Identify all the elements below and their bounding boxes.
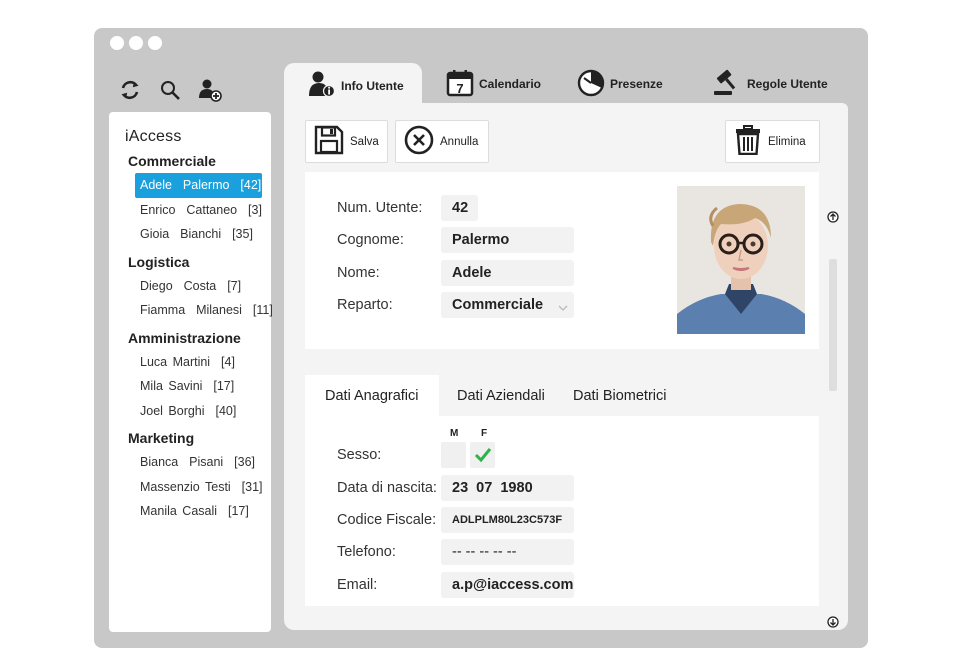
save-button[interactable]: Salva bbox=[305, 120, 388, 163]
close-circle-icon bbox=[404, 125, 434, 158]
main-tabs: Info Utente 7 Calendario Presenze Regole… bbox=[284, 63, 858, 108]
scroll-up-icon[interactable] bbox=[827, 210, 839, 223]
field-telefono: Telefono: -- -- -- -- -- bbox=[337, 539, 574, 565]
reparto-label: Reparto: bbox=[337, 297, 393, 313]
data-nascita-input[interactable]: 23 07 1980 bbox=[441, 475, 574, 501]
sex-m-checkbox[interactable] bbox=[441, 442, 466, 468]
checkmark-icon bbox=[474, 448, 491, 463]
sex-f-label: F bbox=[481, 428, 488, 439]
reparto-value: Commerciale bbox=[452, 297, 544, 313]
field-reparto: Reparto: Commerciale bbox=[337, 292, 574, 318]
calendar-icon: 7 bbox=[446, 69, 474, 100]
delete-button[interactable]: Elimina bbox=[725, 120, 820, 163]
sidebar-user-item[interactable]: Gioia Bianchi [35] bbox=[135, 222, 271, 247]
sidebar-user-item[interactable]: Diego Costa [7] bbox=[135, 274, 271, 299]
calendar-icon-day: 7 bbox=[456, 81, 463, 96]
sidebar-group-label: Amministrazione bbox=[128, 329, 241, 346]
toolbar bbox=[118, 78, 222, 102]
window-dot-maximize[interactable] bbox=[148, 36, 162, 50]
tab-info-utente-label: Info Utente bbox=[341, 78, 404, 93]
gavel-icon bbox=[712, 69, 742, 100]
field-cognome: Cognome: Palermo bbox=[337, 227, 574, 253]
user-sidebar: iAccess Commerciale Adele Palermo [42] Enr… bbox=[109, 112, 273, 632]
dati-anagrafici-card: M F Sesso: Data di nascita: 23 07 1980 C… bbox=[305, 416, 819, 606]
sidebar-user-item[interactable]: Enrico Cattaneo [3] bbox=[135, 198, 271, 223]
sex-m-label: M bbox=[450, 428, 459, 439]
delete-button-label: Elimina bbox=[768, 135, 806, 148]
sidebar-user-item[interactable]: Massenzio Testi [31] bbox=[135, 475, 271, 500]
user-photo bbox=[677, 186, 805, 334]
clock-icon bbox=[577, 69, 605, 100]
tab-presenze-label: Presenze bbox=[610, 77, 663, 91]
refresh-icon[interactable] bbox=[118, 78, 142, 102]
nome-label: Nome: bbox=[337, 265, 380, 281]
user-info-card: Num. Utente: 42 Cognome: Palermo Nome: A… bbox=[305, 172, 819, 349]
sidebar-user-item[interactable]: Joel Borghi [40] bbox=[135, 399, 271, 424]
tab-info-utente[interactable]: Info Utente bbox=[284, 63, 422, 108]
sidebar-user-item[interactable]: Mila Savini [17] bbox=[135, 374, 271, 399]
sidebar-title: iAccess bbox=[125, 128, 182, 145]
sidebar-user-item[interactable]: Adele Palermo [42] bbox=[135, 173, 262, 198]
search-icon[interactable] bbox=[158, 78, 182, 102]
sidebar-group-label: Commerciale bbox=[128, 153, 216, 169]
add-user-icon[interactable] bbox=[198, 78, 222, 102]
tab-presenze[interactable]: Presenze bbox=[577, 63, 663, 105]
data-nascita-label: Data di nascita: bbox=[337, 480, 437, 496]
tab-calendario-label: Calendario bbox=[479, 77, 542, 91]
tab-dati-biometrici[interactable]: Dati Biometrici bbox=[573, 375, 666, 416]
trash-icon bbox=[734, 125, 762, 158]
tab-regole-utente[interactable]: Regole Utente bbox=[712, 63, 828, 105]
app-window: iAccess Commerciale Adele Palermo [42] Enr… bbox=[94, 28, 868, 648]
scroll-down-icon[interactable] bbox=[827, 615, 839, 628]
detail-tabs: Dati Anagrafici Dati Aziendali Dati Biom… bbox=[305, 375, 819, 416]
field-sesso: Sesso: bbox=[337, 442, 495, 468]
scrollbar-thumb[interactable] bbox=[829, 259, 837, 391]
codice-fiscale-input[interactable]: ADLPLM80L23C573F bbox=[441, 507, 574, 533]
scrollbar[interactable] bbox=[829, 185, 837, 601]
sidebar-group-label: Marketing bbox=[128, 430, 195, 446]
chevron-down-icon bbox=[558, 300, 568, 316]
tab-dati-anagrafici[interactable]: Dati Anagrafici bbox=[305, 375, 439, 416]
reparto-select[interactable]: Commerciale bbox=[441, 292, 574, 318]
cognome-input[interactable]: Palermo bbox=[441, 227, 574, 253]
sidebar-user-item[interactable]: Bianca Pisani [36] bbox=[135, 450, 271, 475]
window-dot-close[interactable] bbox=[110, 36, 124, 50]
field-codice-fiscale: Codice Fiscale: ADLPLM80L23C573F bbox=[337, 507, 574, 533]
floppy-icon bbox=[314, 125, 344, 158]
tab-dati-aziendali[interactable]: Dati Aziendali bbox=[457, 375, 545, 416]
sidebar-user-item[interactable]: Fiamma Milanesi [11] bbox=[135, 298, 273, 323]
nome-input[interactable]: Adele bbox=[441, 260, 574, 286]
user-info-icon bbox=[308, 70, 336, 101]
telefono-label: Telefono: bbox=[337, 544, 396, 560]
cancel-button-label: Annulla bbox=[440, 135, 479, 148]
main-panel: Salva Annulla Elimina Num. Utente: 42 Co… bbox=[284, 103, 848, 630]
telefono-input[interactable]: -- -- -- -- -- bbox=[441, 539, 574, 565]
sesso-label: Sesso: bbox=[337, 447, 382, 463]
codice-fiscale-label: Codice Fiscale: bbox=[337, 512, 437, 528]
save-button-label: Salva bbox=[350, 135, 379, 148]
sidebar-user-item[interactable]: Manila Casali [17] bbox=[135, 499, 271, 524]
email-label: Email: bbox=[337, 577, 378, 593]
field-nome: Nome: Adele bbox=[337, 260, 574, 286]
window-dot-minimize[interactable] bbox=[129, 36, 143, 50]
cancel-button[interactable]: Annulla bbox=[395, 120, 489, 163]
sex-f-checkbox[interactable] bbox=[470, 442, 495, 468]
field-email: Email: a.p@iaccess.com bbox=[337, 572, 574, 598]
field-num-utente: Num. Utente: 42 bbox=[337, 195, 478, 221]
tab-regole-utente-label: Regole Utente bbox=[747, 77, 828, 91]
sidebar-user-item[interactable]: Luca Martini [4] bbox=[135, 350, 271, 375]
cognome-label: Cognome: bbox=[337, 232, 404, 248]
email-input[interactable]: a.p@iaccess.com bbox=[441, 572, 574, 598]
field-data-nascita: Data di nascita: 23 07 1980 bbox=[337, 475, 574, 501]
tab-calendario[interactable]: 7 Calendario bbox=[446, 63, 541, 105]
window-controls bbox=[110, 36, 162, 50]
num-utente-label: Num. Utente: bbox=[337, 200, 423, 216]
sidebar-group-label: Logistica bbox=[128, 253, 190, 270]
num-utente-value: 42 bbox=[441, 195, 478, 221]
